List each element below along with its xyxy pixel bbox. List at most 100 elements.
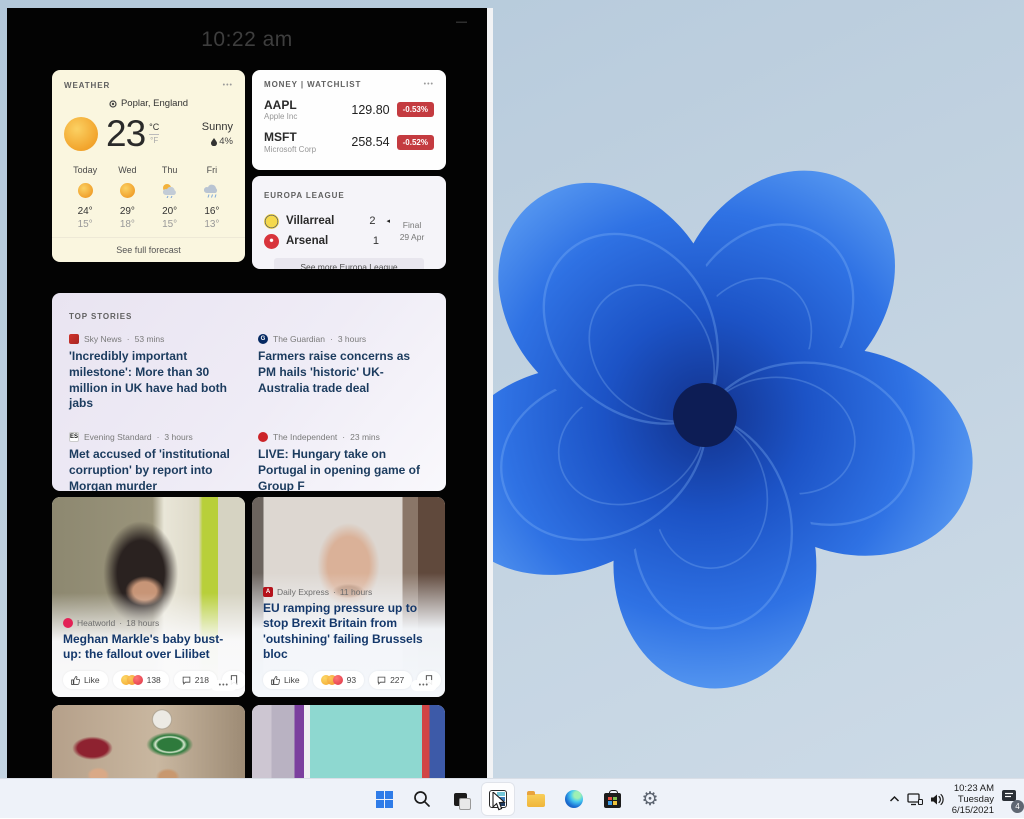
tray-clock[interactable]: 10:23 AM Tuesday 6/15/2021 [952,783,994,816]
team-row[interactable]: Arsenal 1 [264,231,390,251]
notification-count-badge: 4 [1011,800,1024,813]
store-bag-icon [604,793,621,808]
top-stories-widget[interactable]: TOP STORIES Sky News · 53 mins 'Incredib… [52,293,446,491]
stock-row[interactable]: MSFT Microsoft Corp 258.54 -0.52% [264,130,434,153]
weather-title: WEATHER [64,81,110,90]
change-badge: -0.53% [397,102,434,117]
forecast-day[interactable]: Wed 29° 18° [106,165,148,230]
story-item[interactable]: ES Evening Standard · 3 hours Met accuse… [69,432,240,491]
forecast-day[interactable]: Fri 16° 13° [191,165,233,230]
reactions-count[interactable]: 93 [313,671,364,689]
evening-standard-icon: ES [69,432,79,442]
card-more-menu-icon[interactable]: ••• [211,680,237,691]
tray-time: 10:23 AM [952,783,994,794]
start-button[interactable] [368,783,400,815]
speaker-icon [930,793,945,806]
daily-express-icon: A [263,587,273,597]
sunny-icon [120,183,135,198]
tray-chevron-button[interactable] [889,795,900,803]
precip-chance: 4% [219,136,233,147]
folder-icon [527,794,545,807]
comment-icon [377,676,386,685]
network-icon [907,793,923,806]
article-photo [52,705,245,778]
search-icon [413,790,431,808]
news-card[interactable]: Heatworld · 18 hours Meghan Markle's bab… [52,497,245,697]
like-button[interactable]: Like [63,671,108,689]
forecast-day[interactable]: Thu 20° 15° [149,165,191,230]
stock-row[interactable]: AAPL Apple Inc 129.80 -0.53% [264,98,434,121]
reactions-count[interactable]: 138 [113,671,169,689]
reaction-emojis-icon [321,675,343,685]
match-status: Final [390,220,434,230]
heatworld-icon [63,618,73,628]
arsenal-crest-icon [264,234,279,249]
see-more-europa-league-button[interactable]: See more Europa League [274,258,424,269]
weather-menu-icon[interactable]: ••• [223,82,233,89]
match-date: 29 Apr [390,232,434,242]
volume-button[interactable] [930,793,945,806]
change-badge: -0.52% [397,135,434,150]
weather-widget[interactable]: WEATHER ••• Poplar, England 23 °C °F Sun… [52,70,245,262]
current-temp: 23 [106,113,145,155]
weather-location: Poplar, England [121,98,188,109]
news-card[interactable]: A Daily Express · 11 hours EU ramping pr… [252,497,445,697]
article-photo [252,705,445,778]
sun-icon [64,117,98,151]
edge-button[interactable] [558,783,590,815]
tray-date: 6/15/2021 [952,805,994,816]
news-card-cropped[interactable] [252,705,445,778]
forecast-day[interactable]: Today 24° 15° [64,165,106,230]
panel-clock: 10:22 am [7,28,487,52]
independent-icon [258,432,268,442]
villarreal-crest-icon [264,214,279,229]
sunny-icon [78,183,93,198]
celsius-unit[interactable]: °C [149,123,159,135]
forecast-strip: Today 24° 15° Wed 29° 18° Thu [64,165,233,230]
taskbar: ⚙ 10:23 AM Tuesday 6/15/2021 4 [0,778,1024,818]
edge-browser-icon [565,790,583,808]
mouse-cursor [492,792,508,812]
see-full-forecast-link[interactable]: See full forecast [52,237,245,262]
windows-logo-icon [376,791,393,808]
story-item[interactable]: G The Guardian · 3 hours Farmers raise c… [258,334,429,412]
widgets-panel: 10:22 am — WEATHER ••• Poplar, England 2… [7,8,487,778]
fahrenheit-unit[interactable]: °F [150,135,158,145]
money-watchlist-widget[interactable]: MONEY | WATCHLIST ••• AAPL Apple Inc 129… [252,70,446,170]
guardian-icon: G [258,334,268,344]
search-button[interactable] [406,783,438,815]
europa-league-widget[interactable]: EUROPA LEAGUE Villarreal 2 ◂ Arse [252,176,446,269]
comments-button[interactable]: 227 [369,671,412,689]
droplet-icon [211,138,217,146]
story-item[interactable]: Sky News · 53 mins 'Incredibly important… [69,334,240,412]
location-pin-icon [109,100,117,108]
bloom-wallpaper-flower [455,0,1024,818]
like-button[interactable]: Like [263,671,308,689]
panel-minimize-icon[interactable]: — [456,16,467,28]
task-view-button[interactable] [444,783,476,815]
microsoft-store-button[interactable] [596,783,628,815]
sun-rain-cloud-icon [160,182,180,198]
network-button[interactable] [907,793,923,806]
comment-icon [182,676,191,685]
panel-right-border [487,8,493,778]
news-card-cropped[interactable] [52,705,245,778]
sports-title: EUROPA LEAGUE [264,191,345,200]
notification-center-button[interactable]: 4 [1001,789,1018,809]
sky-news-icon [69,334,79,344]
money-title: MONEY | WATCHLIST [264,80,361,89]
reaction-emojis-icon [121,675,143,685]
story-item[interactable]: The Independent · 23 mins LIVE: Hungary … [258,432,429,491]
card-more-menu-icon[interactable]: ••• [411,680,437,691]
settings-button[interactable]: ⚙ [634,783,666,815]
rain-cloud-icon [202,182,222,198]
chevron-up-icon [889,795,900,803]
thumb-up-icon [271,676,280,685]
top-stories-title: TOP STORIES [69,312,132,321]
thumb-up-icon [71,676,80,685]
file-explorer-button[interactable] [520,783,552,815]
tray-day: Tuesday [952,794,994,805]
team-row[interactable]: Villarreal 2 ◂ [264,211,390,231]
weather-condition: Sunny [202,121,233,133]
money-menu-icon[interactable]: ••• [424,81,434,88]
